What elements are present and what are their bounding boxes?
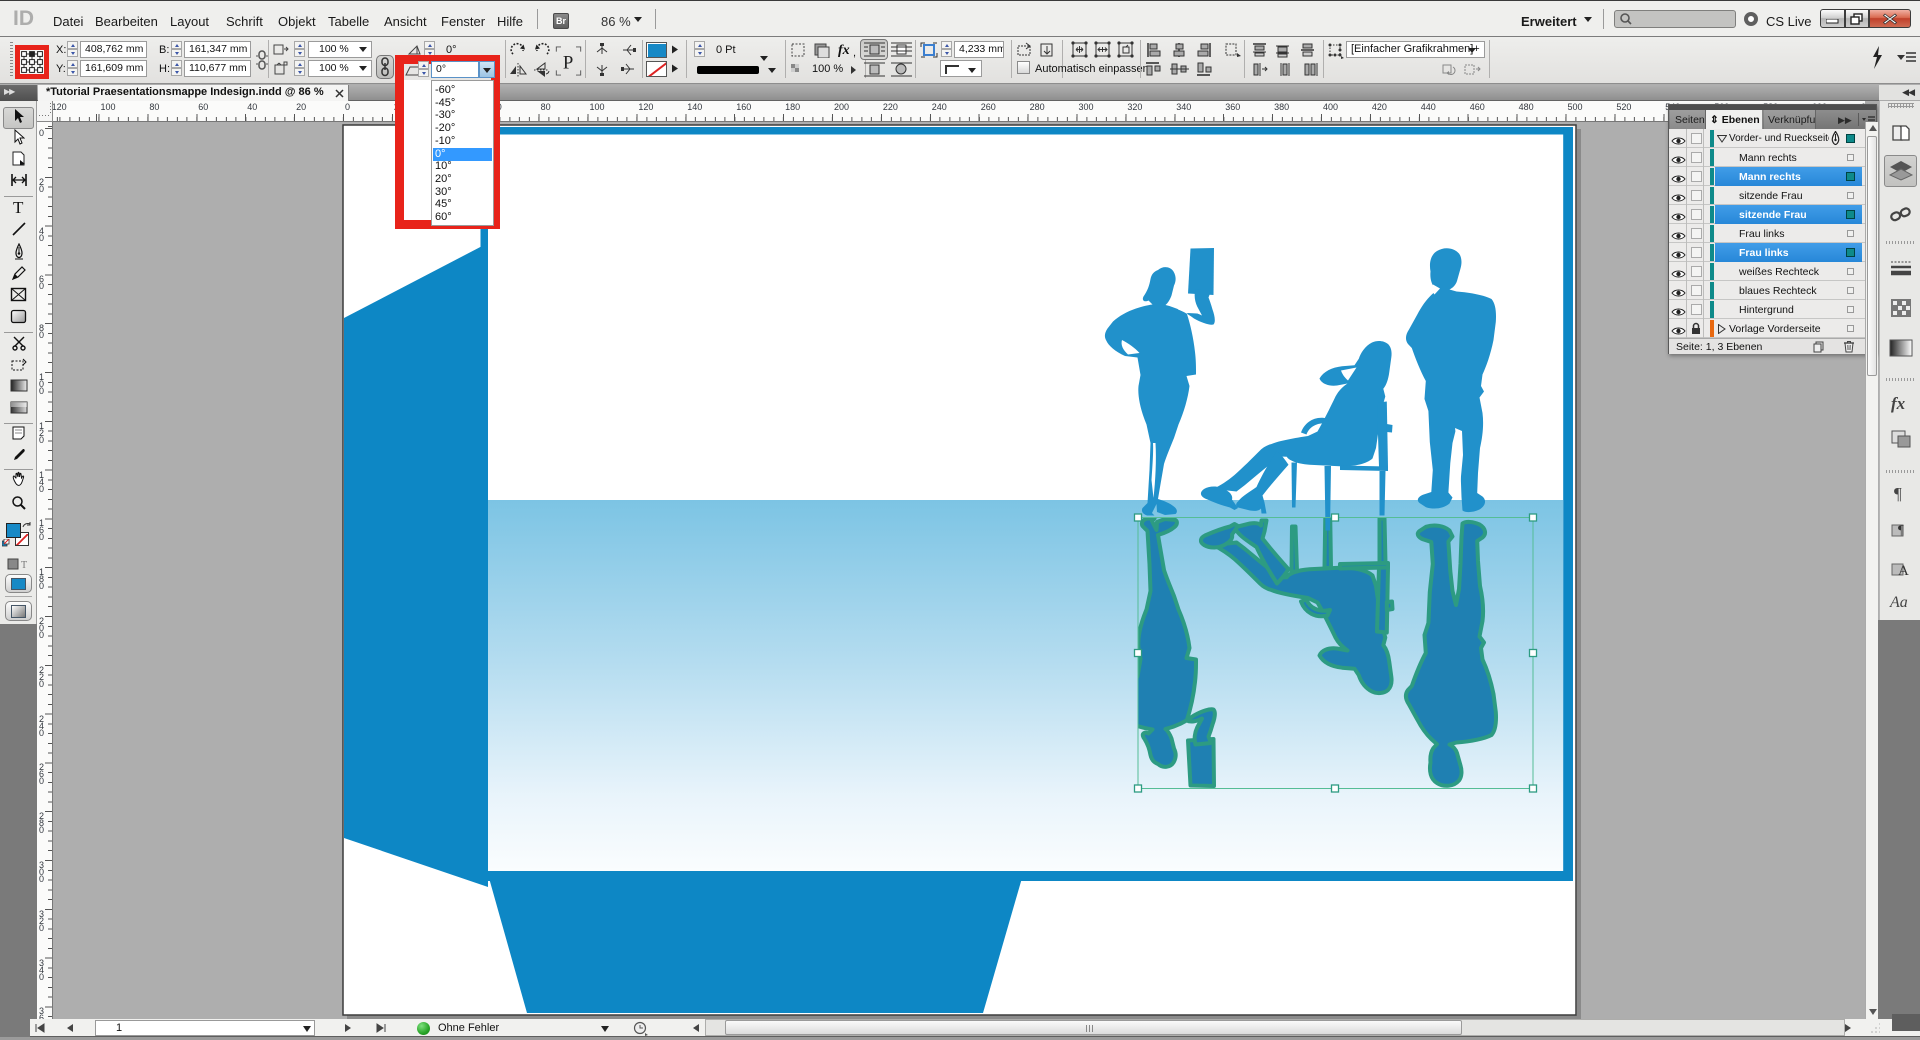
- svg-text:A: A: [1898, 563, 1909, 578]
- svg-text:¶: ¶: [1898, 522, 1904, 537]
- svg-text:T: T: [21, 560, 27, 570]
- svg-text:P: P: [563, 53, 573, 74]
- svg-text:Aa: Aa: [1889, 594, 1908, 611]
- svg-text:¶: ¶: [1894, 484, 1902, 503]
- svg-text:T: T: [13, 199, 24, 215]
- svg-text:fx: fx: [1891, 394, 1906, 413]
